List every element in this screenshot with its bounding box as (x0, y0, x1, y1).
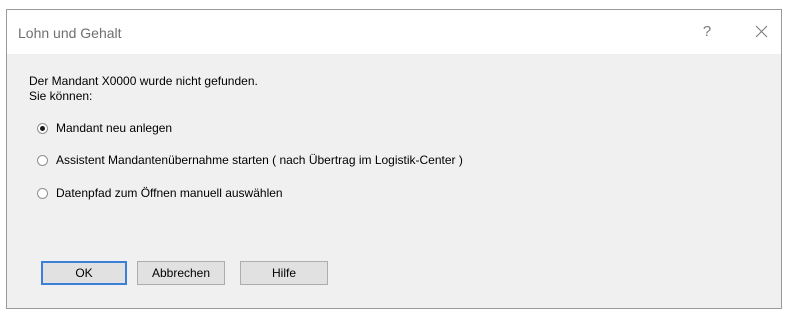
ok-button[interactable]: OK (41, 261, 127, 285)
help-dialog-button[interactable]: Hilfe (240, 261, 328, 285)
dialog-content: Der Mandant X0000 wurde nicht gefunden. … (7, 54, 781, 308)
option-label: Datenpfad zum Öffnen manuell auswählen (56, 186, 283, 200)
radio-button[interactable] (37, 187, 48, 199)
radio-button-checked[interactable] (37, 122, 48, 134)
dialog-window: Lohn und Gehalt ? Der Mandant X0000 wurd… (6, 9, 782, 309)
option-assistent-mandantenuebernahme[interactable]: Assistent Mandantenübernahme starten ( n… (37, 152, 463, 168)
help-button[interactable]: ? (692, 20, 722, 44)
option-mandant-neu-anlegen[interactable]: Mandant neu anlegen (37, 120, 172, 136)
option-label: Mandant neu anlegen (56, 121, 173, 135)
close-icon (755, 25, 767, 38)
radio-button[interactable] (37, 154, 48, 166)
message-line-1: Der Mandant X0000 wurde nicht gefunden. (29, 74, 258, 88)
option-label: Assistent Mandantenübernahme starten ( n… (56, 153, 463, 167)
window-title: Lohn und Gehalt (18, 25, 122, 41)
message-line-2: Sie können: (29, 89, 93, 103)
option-datenpfad-auswaehlen[interactable]: Datenpfad zum Öffnen manuell auswählen (37, 185, 283, 201)
cancel-button[interactable]: Abbrechen (137, 261, 225, 285)
title-bar[interactable]: Lohn und Gehalt ? (7, 10, 781, 54)
close-button[interactable] (746, 20, 776, 44)
